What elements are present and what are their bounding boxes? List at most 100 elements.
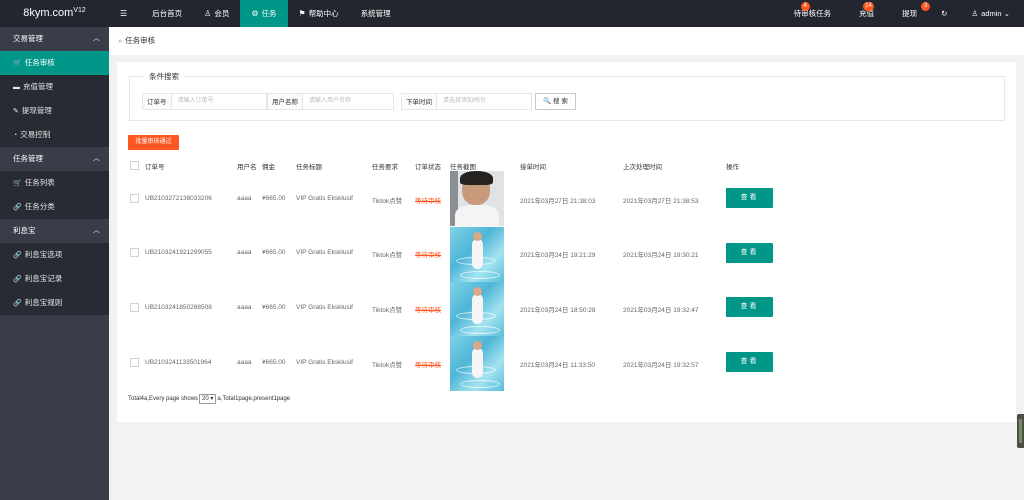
breadcrumb-current[interactable]: 任务审核 bbox=[125, 36, 155, 45]
accept-time-cell: 2021年03月27日 21:38:03 bbox=[520, 198, 596, 205]
view-button[interactable]: 查看 bbox=[726, 297, 773, 317]
chevron-up-icon: ︿ bbox=[93, 35, 100, 42]
username-cell: aaaa bbox=[237, 359, 252, 366]
link-icon: 🔗 bbox=[13, 204, 22, 211]
sidebar-item-label: 利息宝记录 bbox=[24, 274, 63, 283]
row-checkbox[interactable] bbox=[130, 248, 139, 257]
select-all-checkbox[interactable] bbox=[130, 161, 139, 170]
pagination-suffix: a,Total1page,present1page bbox=[217, 396, 291, 402]
accept-time-cell: 2021年03月24日 11:33:50 bbox=[520, 362, 596, 369]
header-screenshot: 任务截图 bbox=[450, 164, 476, 171]
sidebar-item-recharge[interactable]: ▬ 充值管理 bbox=[0, 75, 109, 99]
view-button[interactable]: 查看 bbox=[726, 243, 773, 263]
sidebar-item-label: 任务审核 bbox=[24, 58, 55, 67]
sidebar-item-interest-rules[interactable]: 🔗 利息宝规则 bbox=[0, 291, 109, 315]
requirement-cell: Tiktok点赞 bbox=[372, 307, 403, 314]
gear-icon: ⚙ bbox=[251, 9, 259, 18]
header-requirement: 任务要求 bbox=[372, 164, 398, 171]
task-screenshot[interactable] bbox=[450, 336, 504, 391]
nav-tasks[interactable]: ⚙ 任务 bbox=[240, 0, 288, 27]
last-time-cell: 2021年03月24日 19:32:57 bbox=[623, 362, 699, 369]
sidebar-item-task-category[interactable]: 🔗 任务分类 bbox=[0, 195, 109, 219]
order-number: UB2103241133501964 bbox=[145, 359, 212, 366]
last-time-cell: 2021年03月24日 19:30:21 bbox=[623, 252, 699, 259]
sidebar-item-label: 利息宝选项 bbox=[24, 250, 63, 259]
pending-tasks-link[interactable]: 待审核任务 4 bbox=[780, 0, 846, 27]
chevron-right-icon: » bbox=[118, 36, 123, 45]
user-menu[interactable]: ♙ admin ⌄ bbox=[957, 0, 1024, 27]
sidebar-group-trade[interactable]: 交易管理 ︿ bbox=[0, 27, 109, 51]
nav-label: 会员 bbox=[214, 9, 230, 18]
status-badge: 等待审核 bbox=[415, 252, 441, 259]
recharge-link[interactable]: 充值 14 bbox=[845, 0, 888, 27]
sidebar: 交易管理 ︿ 🛒 任务审核 ▬ 充值管理 ✎ 提现管理 ◔ 交易控制 任务管理 ︿ 🛒 任务列… bbox=[0, 27, 109, 500]
sidebar-item-task-review[interactable]: 🛒 任务审核 bbox=[0, 51, 109, 75]
flag-icon: ⚑ bbox=[298, 9, 306, 18]
page-size-select[interactable]: 20 ▾ bbox=[199, 394, 217, 404]
sidebar-group-task[interactable]: 任务管理 ︿ bbox=[0, 147, 109, 171]
user-input[interactable]: 请输入用户名称 bbox=[302, 93, 394, 110]
nav-members[interactable]: ♙ 会员 bbox=[193, 0, 240, 27]
sidebar-group-label: 任务管理 bbox=[13, 154, 43, 163]
refresh-button[interactable]: ↻ bbox=[931, 0, 957, 27]
brand-name: 8kym.com bbox=[23, 7, 74, 19]
task-screenshot[interactable] bbox=[450, 282, 504, 337]
order-filter-label: 订单号 bbox=[142, 93, 171, 110]
main-panel: 条件搜索 订单号 请输入订单号 用户名称 请输入用户名称 下单时间 请选择添加时… bbox=[117, 62, 1016, 422]
row-checkbox[interactable] bbox=[130, 194, 139, 203]
chevron-up-icon: ︿ bbox=[93, 227, 100, 234]
row-checkbox[interactable] bbox=[130, 303, 139, 312]
brand-logo[interactable]: 8kym.comV12 bbox=[0, 0, 109, 27]
header-commission: 佣金 bbox=[262, 164, 275, 171]
title-cell: VIP Gratis Eksklusif bbox=[296, 249, 353, 256]
time-filter-label: 下单时间 bbox=[401, 93, 436, 110]
user-filter-label: 用户名称 bbox=[267, 93, 302, 110]
commission-cell: ¥665.00 bbox=[262, 359, 286, 366]
pagination: Total4a,Every page shows 20 ▾ a,Total1pa… bbox=[128, 394, 290, 404]
title-cell: VIP Gratis Eksklusif bbox=[296, 359, 353, 366]
user-icon: ♙ bbox=[971, 9, 979, 18]
withdraw-badge: 3 bbox=[921, 2, 931, 11]
nav-home[interactable]: 后台首页 bbox=[141, 0, 193, 27]
row-checkbox[interactable] bbox=[130, 358, 139, 367]
order-filter: 订单号 请输入订单号 bbox=[142, 93, 267, 110]
sidebar-group-label: 利息宝 bbox=[13, 226, 36, 235]
cart-icon: 🛒 bbox=[13, 180, 22, 187]
task-screenshot[interactable] bbox=[450, 171, 504, 226]
title-cell: VIP Gratis Eksklusif bbox=[296, 304, 353, 311]
view-button[interactable]: 查看 bbox=[726, 188, 773, 208]
order-input[interactable]: 请输入订单号 bbox=[170, 93, 267, 110]
commission-cell: ¥665.00 bbox=[262, 304, 286, 311]
nav-system[interactable]: 系统管理 bbox=[350, 0, 402, 27]
dashboard-icon: ◔ bbox=[13, 132, 18, 139]
view-button[interactable]: 查看 bbox=[726, 352, 773, 372]
withdraw-link[interactable]: 提现 3 bbox=[888, 0, 931, 27]
status-badge: 等待审核 bbox=[415, 362, 441, 369]
sidebar-group-interest[interactable]: 利息宝 ︿ bbox=[0, 219, 109, 243]
sidebar-item-interest-options[interactable]: 🔗 利息宝选项 bbox=[0, 243, 109, 267]
requirement-cell: Tiktok点赞 bbox=[372, 362, 403, 369]
nav-help[interactable]: ⚑ 帮助中心 bbox=[288, 0, 350, 27]
batch-approve-button[interactable]: 批量审核通过 bbox=[128, 135, 179, 150]
header-status: 订单状态 bbox=[415, 164, 441, 171]
search-button[interactable]: 🔍 搜 索 bbox=[535, 93, 576, 110]
top-right-nav: 待审核任务 4 充值 14 提现 3 ↻ ♙ admin ⌄ bbox=[780, 0, 1024, 27]
commission-cell: ¥665.00 bbox=[262, 249, 286, 256]
sidebar-item-withdraw[interactable]: ✎ 提现管理 bbox=[0, 99, 109, 123]
status-badge: 等待审核 bbox=[415, 198, 441, 205]
time-filter: 下单时间 请选择添加时间 bbox=[401, 93, 532, 110]
nav-label: 系统管理 bbox=[360, 9, 391, 18]
side-handle[interactable] bbox=[1017, 414, 1024, 448]
last-time-cell: 2021年03月27日 21:38:53 bbox=[623, 198, 699, 205]
last-time-cell: 2021年03月24日 19:32:47 bbox=[623, 307, 699, 314]
user-filter: 用户名称 请输入用户名称 bbox=[267, 93, 394, 110]
sidebar-item-label: 利息宝规则 bbox=[24, 298, 63, 307]
time-input[interactable]: 请选择添加时间 bbox=[436, 93, 532, 110]
sidebar-item-task-list[interactable]: 🛒 任务列表 bbox=[0, 171, 109, 195]
pending-tasks-label: 待审核任务 bbox=[793, 9, 832, 18]
sidebar-item-interest-records[interactable]: 🔗 利息宝记录 bbox=[0, 267, 109, 291]
sidebar-item-trade-control[interactable]: ◔ 交易控制 bbox=[0, 123, 109, 147]
user-icon: ♙ bbox=[204, 9, 212, 18]
menu-toggle-button[interactable]: ☰ bbox=[109, 0, 141, 27]
task-screenshot[interactable] bbox=[450, 227, 504, 282]
